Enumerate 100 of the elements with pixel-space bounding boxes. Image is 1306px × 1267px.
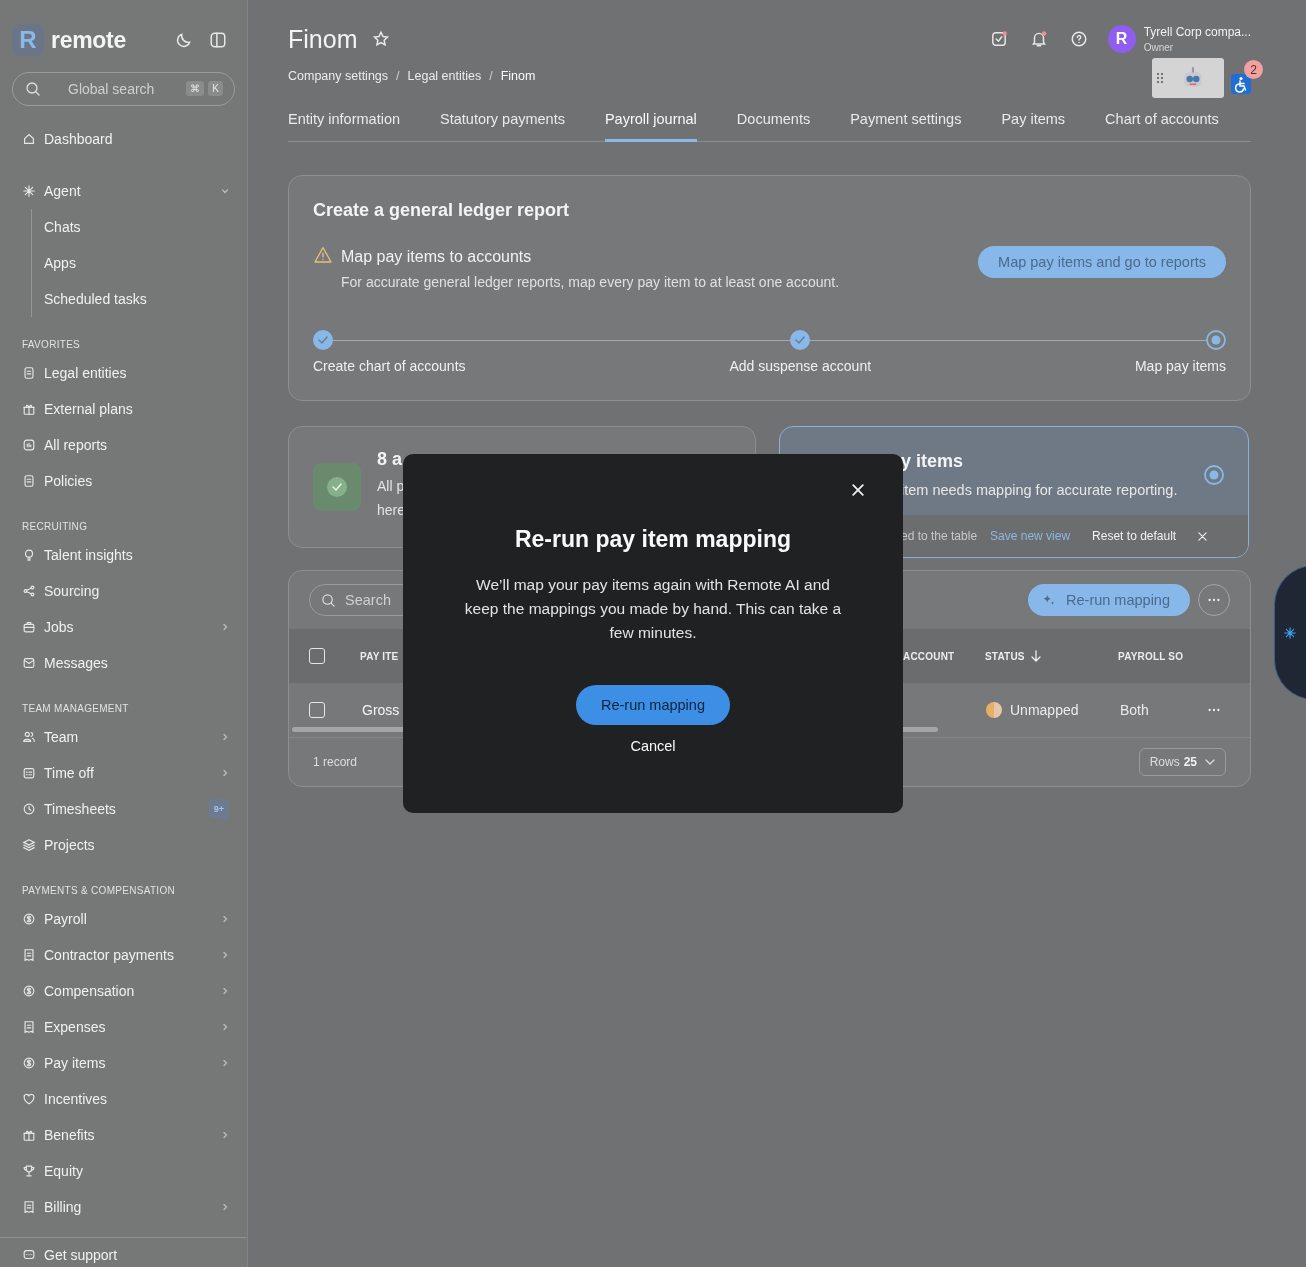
sidebar-item[interactable]: External plans bbox=[0, 391, 247, 427]
card-title: 8 a bbox=[377, 448, 404, 470]
account-role: Owner bbox=[1143, 42, 1175, 53]
breadcrumb-separator: / bbox=[396, 69, 400, 83]
sidebar-item[interactable]: Contractor payments bbox=[0, 937, 247, 973]
table-cell: Both bbox=[1120, 702, 1149, 718]
sidebar-item[interactable]: Talent insights bbox=[0, 537, 247, 573]
rows-per-page-select[interactable]: Rows 25 bbox=[1138, 748, 1226, 776]
sidebar-item[interactable]: Billing bbox=[0, 1189, 247, 1225]
section-heading: PAYMENTS & COMPENSATION bbox=[21, 884, 177, 898]
sidebar-item[interactable]: Compensation bbox=[0, 973, 247, 1009]
confirm-button[interactable]: Re-run mapping bbox=[576, 685, 730, 725]
robot-widget[interactable] bbox=[1152, 58, 1224, 98]
checkbox[interactable] bbox=[309, 648, 325, 664]
sort-arrow-icon[interactable] bbox=[1031, 650, 1041, 662]
chevron-icon bbox=[221, 987, 229, 995]
receipt-icon bbox=[22, 948, 36, 962]
search-icon bbox=[321, 593, 336, 608]
document-icon bbox=[22, 366, 36, 380]
more-icon[interactable] bbox=[1207, 708, 1221, 712]
sidebar-subitem[interactable]: Apps bbox=[32, 245, 247, 281]
column-header[interactable]: STATUS bbox=[985, 650, 1025, 662]
tab[interactable]: Payroll journal bbox=[604, 105, 697, 142]
rerun-mapping-button[interactable]: Re-run mapping bbox=[1028, 584, 1190, 616]
tab[interactable]: Payment settings bbox=[850, 105, 962, 142]
sidebar-item[interactable]: Legal entities bbox=[0, 355, 247, 391]
sidebar-item[interactable]: All reports bbox=[0, 427, 247, 463]
count-badge: 9+ bbox=[208, 799, 229, 819]
column-header[interactable]: PAYROLL SO bbox=[1118, 650, 1184, 662]
map-pay-items-button[interactable]: Map pay items and go to reports bbox=[978, 246, 1226, 278]
star-icon[interactable] bbox=[372, 30, 391, 48]
moon-icon[interactable] bbox=[175, 31, 193, 49]
sidebar-item[interactable]: Team bbox=[0, 719, 247, 755]
sidebar-item[interactable]: Payroll bbox=[0, 901, 247, 937]
sidebar-item-label: Dashboard bbox=[44, 131, 114, 147]
sidebar-item[interactable]: Pay items bbox=[0, 1045, 247, 1081]
close-icon[interactable] bbox=[852, 484, 864, 496]
sidebar-item[interactable]: Policies bbox=[0, 463, 247, 499]
task-check-icon[interactable] bbox=[989, 30, 1008, 48]
sparkle-icon bbox=[1283, 625, 1297, 640]
sidebar-item-label: Compensation bbox=[44, 983, 136, 999]
sidebar-item-label: Messages bbox=[44, 655, 109, 671]
reset-link[interactable]: Reset to default bbox=[1092, 529, 1177, 543]
sidebar-item[interactable]: Projects bbox=[0, 827, 247, 863]
tab[interactable]: Pay items bbox=[1001, 105, 1066, 142]
save-view-link[interactable]: Save new view bbox=[990, 529, 1071, 543]
breadcrumb-link[interactable]: Legal entities bbox=[407, 69, 482, 83]
radio-selected-icon[interactable] bbox=[1204, 464, 1224, 485]
tab[interactable]: Documents bbox=[736, 105, 811, 142]
sidebar-item-label: Team bbox=[44, 729, 80, 745]
sidebar-item[interactable]: Sourcing bbox=[0, 573, 247, 609]
logo-text[interactable]: remote bbox=[51, 26, 159, 54]
sidebar-item-label: All reports bbox=[44, 437, 109, 453]
tab[interactable]: Entity information bbox=[288, 105, 401, 142]
sidebar-item[interactable]: Equity bbox=[0, 1153, 247, 1189]
chevron-icon bbox=[221, 951, 229, 959]
chevron-icon bbox=[1205, 759, 1215, 765]
sidebar-item[interactable]: Timesheets 9+ bbox=[0, 791, 247, 827]
column-header[interactable]: ACCOUNT bbox=[903, 650, 955, 662]
sidebar-item[interactable]: Benefits bbox=[0, 1117, 247, 1153]
gift-icon bbox=[22, 402, 36, 416]
sidebar-item-label: Contractor payments bbox=[44, 947, 175, 963]
account-name[interactable]: Tyrell Corp compa... bbox=[1143, 25, 1251, 39]
column-header[interactable]: PAY ITE bbox=[360, 650, 399, 662]
section-heading: FAVORITES bbox=[21, 338, 82, 352]
sidebar-subitem[interactable]: Chats bbox=[32, 209, 247, 245]
accessibility-icon[interactable] bbox=[1231, 74, 1251, 94]
help-icon[interactable] bbox=[1069, 30, 1088, 48]
sidebar-toggle-icon[interactable] bbox=[209, 31, 227, 49]
sidebar-item-label: Policies bbox=[44, 473, 94, 489]
chevron-icon bbox=[221, 623, 229, 631]
logo-mark[interactable]: R bbox=[12, 24, 44, 56]
sidebar-item[interactable]: Agent bbox=[0, 173, 247, 209]
drag-handle-icon[interactable] bbox=[1156, 72, 1164, 84]
sidebar-item[interactable]: Time off bbox=[0, 755, 247, 791]
gift-icon bbox=[22, 1128, 36, 1142]
sidebar-item[interactable]: Expenses bbox=[0, 1009, 247, 1045]
sidebar-item[interactable]: Messages bbox=[0, 645, 247, 681]
document-icon bbox=[22, 474, 36, 488]
status-half-icon bbox=[986, 702, 1002, 718]
support-link[interactable]: Get support bbox=[0, 1237, 247, 1267]
sidebar-item[interactable]: Dashboard bbox=[0, 121, 247, 157]
cancel-button[interactable]: Cancel bbox=[624, 737, 682, 755]
status-text: Unmapped bbox=[1010, 702, 1079, 718]
tab[interactable]: Statutory payments bbox=[440, 105, 565, 142]
sidebar-item-label: Payroll bbox=[44, 911, 88, 927]
breadcrumb-link[interactable]: Company settings bbox=[288, 69, 389, 83]
sidebar-item[interactable]: Incentives bbox=[0, 1081, 247, 1117]
tab[interactable]: Chart of accounts bbox=[1105, 105, 1219, 142]
sidebar-item-label: Benefits bbox=[44, 1127, 96, 1143]
chevron-icon bbox=[221, 1059, 229, 1067]
checkbox[interactable] bbox=[309, 702, 325, 718]
sidebar-subitem[interactable]: Scheduled tasks bbox=[32, 281, 247, 317]
share-icon bbox=[22, 584, 36, 598]
avatar[interactable]: R bbox=[1107, 25, 1136, 53]
bell-icon[interactable] bbox=[1029, 30, 1048, 48]
section-heading: TEAM MANAGEMENT bbox=[21, 702, 130, 716]
sidebar-item-label: Equity bbox=[44, 1163, 84, 1179]
sidebar-item-label: Time off bbox=[44, 765, 95, 781]
sidebar-item[interactable]: Jobs bbox=[0, 609, 247, 645]
